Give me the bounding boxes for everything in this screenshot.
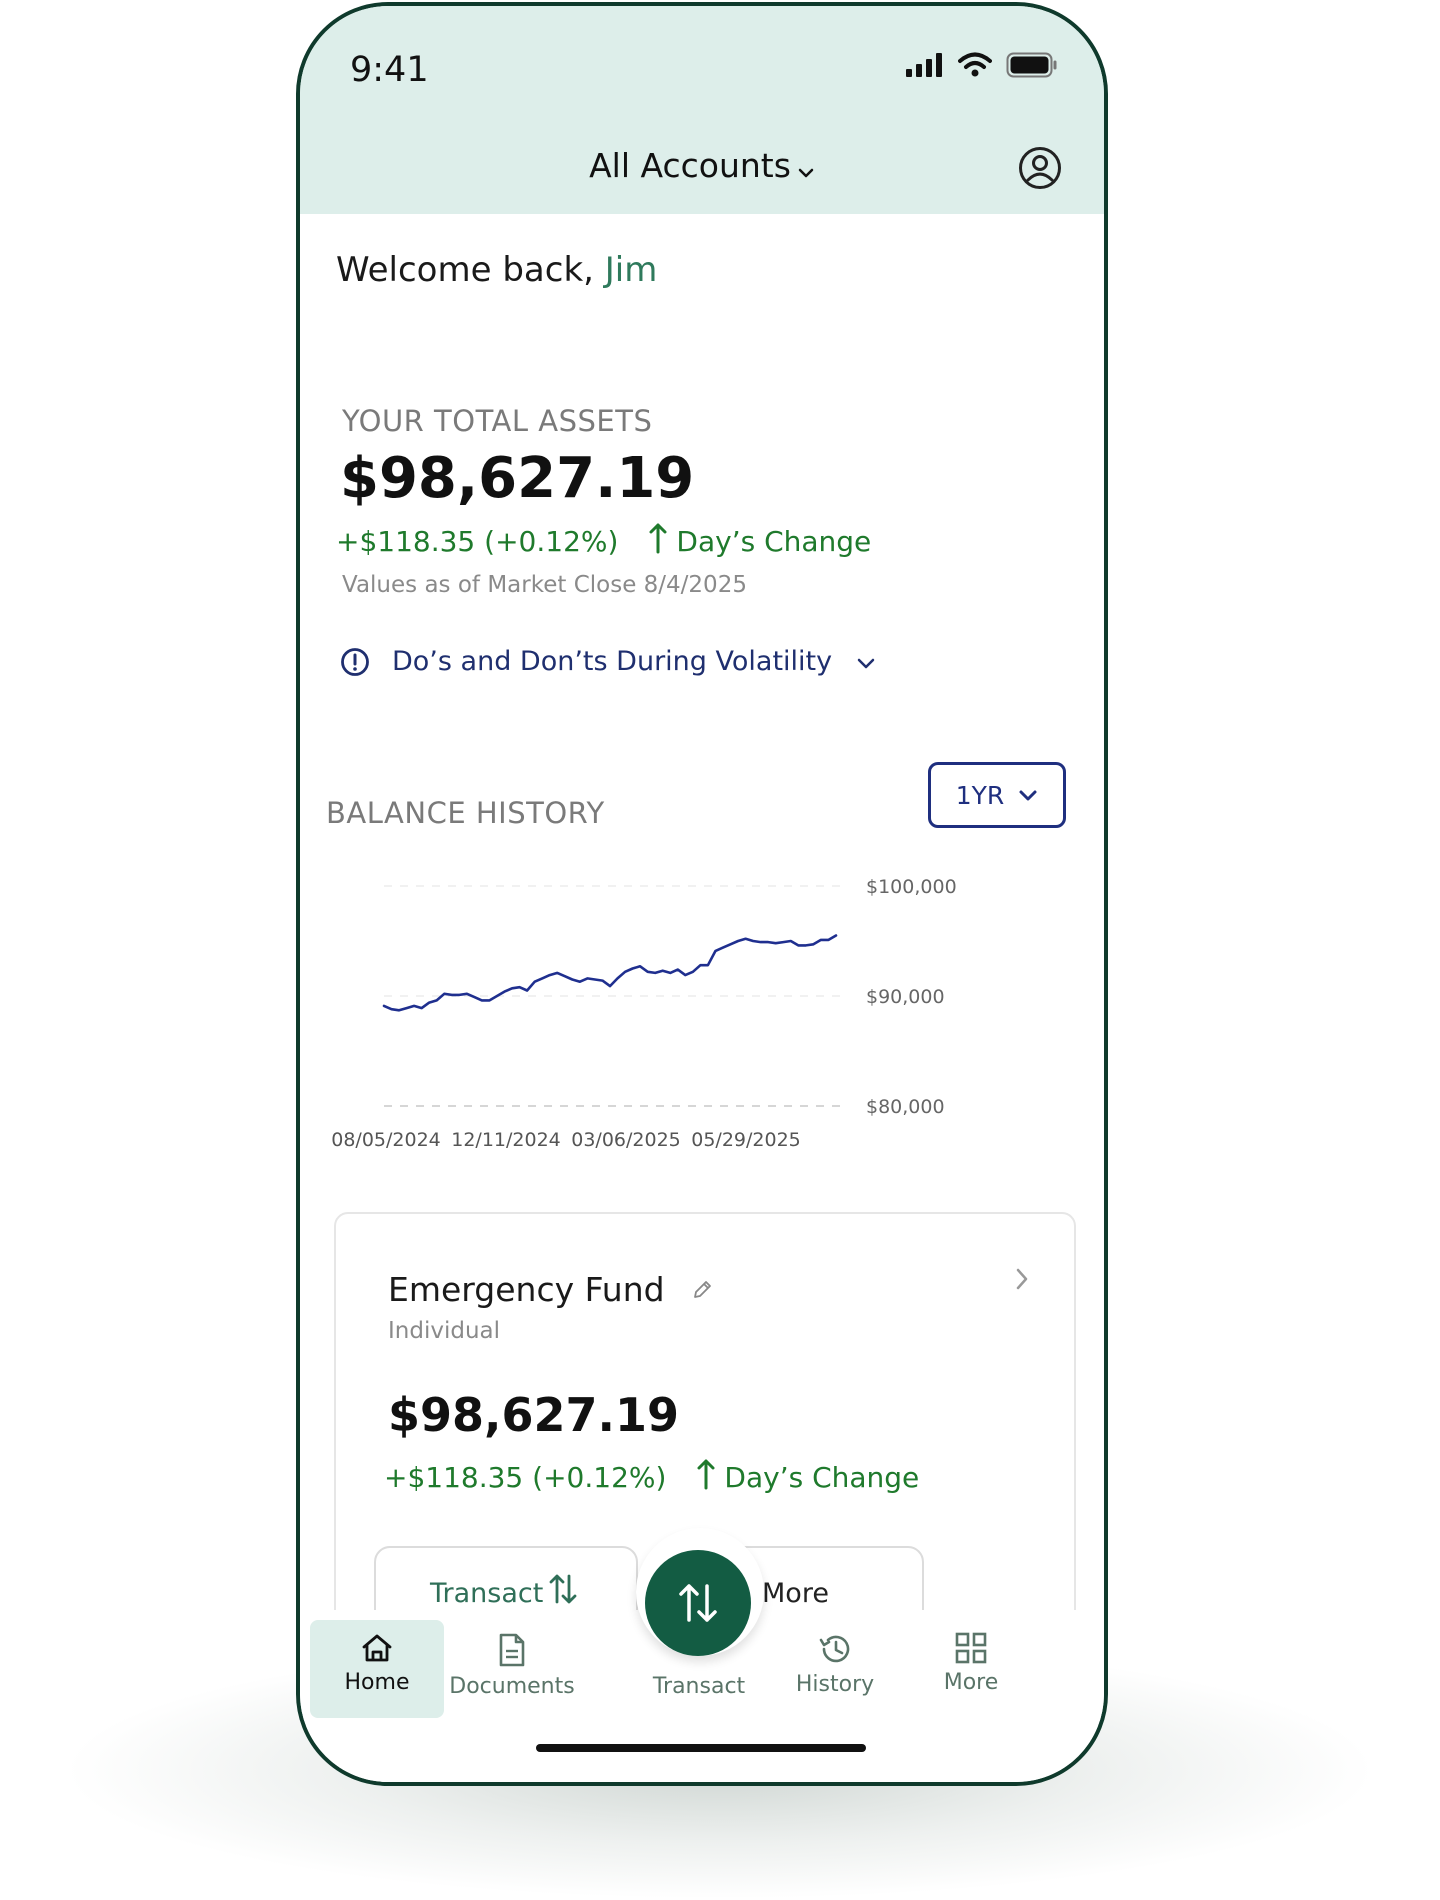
home-indicator: [536, 1744, 866, 1752]
balance-history-chart: $80,000 $90,000 $100,000 08/05/2024 12/11/2…: [331, 876, 957, 1151]
arrow-up-icon: [696, 1458, 716, 1497]
balance-history-label: BALANCE HISTORY: [326, 796, 605, 830]
chevron-down-icon: [856, 646, 876, 677]
account-change-label: Day’s Change: [724, 1461, 920, 1494]
tab-home-label: Home: [344, 1670, 410, 1695]
volatility-banner[interactable]: Do’s and Don’ts During Volatility: [340, 646, 876, 677]
status-icons: [906, 52, 1058, 78]
chart-x-tick-label: 03/06/2025: [571, 1129, 681, 1151]
phone-frame: 9:41 All Accounts Welcome back, Jim YOUR…: [296, 2, 1108, 1786]
grid-icon: [955, 1632, 987, 1664]
user-name: Jim: [604, 250, 658, 290]
profile-icon[interactable]: [1018, 146, 1062, 190]
welcome-message: Welcome back, Jim: [336, 250, 657, 290]
account-selector-label: All Accounts: [589, 146, 791, 185]
account-type: Individual: [388, 1318, 501, 1344]
chart-x-tick-label: 05/29/2025: [691, 1129, 801, 1151]
wifi-icon: [958, 52, 992, 77]
status-time: 9:41: [350, 50, 429, 90]
chart-x-tick-label: 08/05/2024: [331, 1129, 441, 1151]
chart-y-ticks: $80,000 $90,000 $100,000: [866, 876, 957, 1118]
account-selector[interactable]: All Accounts: [300, 146, 1104, 187]
total-assets-value: $98,627.19: [340, 446, 695, 511]
values-as-of: Values as of Market Close 8/4/2025: [342, 572, 747, 598]
chevron-down-icon: [1019, 790, 1037, 801]
tab-documents-label: Documents: [449, 1674, 575, 1699]
tab-transact-label: Transact: [652, 1674, 746, 1699]
balance-line-series: [382, 934, 838, 1012]
card-transact-label: Transact: [430, 1578, 544, 1609]
transfer-icon: [679, 1584, 717, 1622]
app-header: 9:41 All Accounts: [300, 6, 1104, 214]
transfer-icon: [549, 1574, 577, 1604]
chevron-down-icon: [797, 148, 815, 187]
tab-documents[interactable]: Documents: [445, 1620, 579, 1718]
account-card-title: Emergency Fund: [388, 1270, 713, 1309]
transact-fab-button[interactable]: [645, 1550, 751, 1656]
total-assets-label: YOUR TOTAL ASSETS: [342, 404, 653, 438]
home-icon: [362, 1634, 392, 1662]
arrow-up-icon: [648, 522, 668, 561]
chart-x-tick-label: 12/11/2024: [451, 1129, 561, 1151]
welcome-prefix: Welcome back,: [336, 250, 605, 290]
chart-x-ticks: 08/05/2024 12/11/2024 03/06/2025 05/29/2025: [331, 1129, 801, 1151]
account-value: $98,627.19: [388, 1388, 680, 1442]
total-change-amount: +$118.35 (+0.12%): [336, 525, 619, 558]
chevron-right-icon[interactable]: [1014, 1266, 1030, 1292]
tab-more[interactable]: More: [904, 1620, 1038, 1718]
account-change-amount: +$118.35 (+0.12%): [384, 1461, 667, 1494]
pencil-icon[interactable]: [691, 1279, 713, 1301]
tab-history-label: History: [795, 1672, 875, 1697]
chart-y-tick-label: $80,000: [866, 1096, 945, 1118]
tab-home[interactable]: Home: [310, 1620, 444, 1718]
tab-history[interactable]: History: [768, 1620, 902, 1718]
tab-more-label: More: [943, 1670, 999, 1695]
chart-y-tick-label: $90,000: [866, 986, 945, 1008]
alert-icon: [341, 647, 369, 676]
battery-icon: [1006, 52, 1057, 78]
document-icon: [499, 1633, 525, 1667]
account-name: Emergency Fund: [388, 1270, 665, 1309]
signal-icon: [906, 53, 942, 77]
chart-y-tick-label: $100,000: [866, 876, 957, 898]
card-more-label: More: [762, 1578, 829, 1609]
total-day-change: +$118.35 (+0.12%) Day’s Change: [336, 522, 871, 561]
history-icon: [819, 1635, 850, 1663]
range-label: 1YR: [955, 780, 1005, 810]
account-day-change: +$118.35 (+0.12%) Day’s Change: [384, 1458, 919, 1497]
volatility-text: Do’s and Don’ts During Volatility: [392, 646, 833, 677]
range-selector-button[interactable]: 1YR: [928, 762, 1066, 828]
total-change-label: Day’s Change: [676, 525, 872, 558]
